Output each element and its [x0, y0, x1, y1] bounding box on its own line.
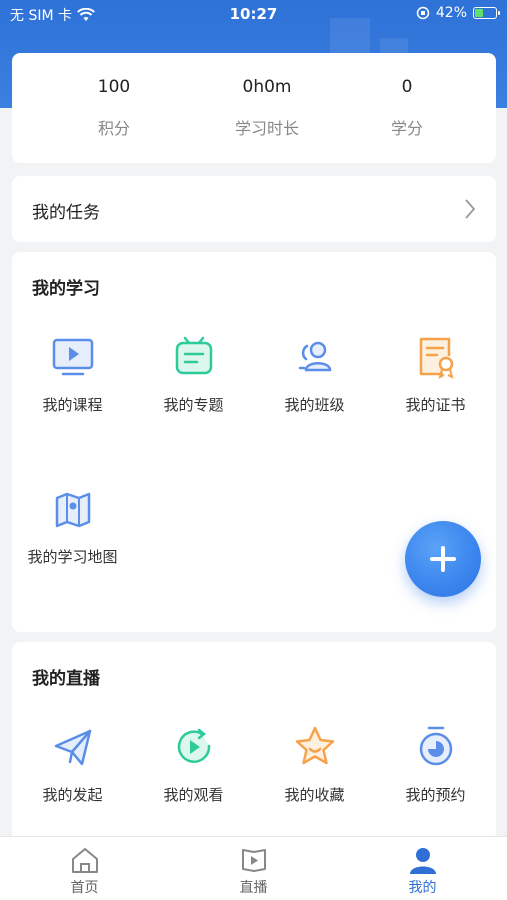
star-icon — [295, 726, 334, 765]
item-label: 我的学习地图 — [27, 548, 118, 566]
play-replay-icon — [177, 728, 210, 763]
my-courses-item[interactable]: 我的课程 — [12, 332, 133, 415]
home-icon — [71, 848, 98, 873]
stat-value: 0 — [401, 77, 413, 97]
paper-plane-icon — [54, 729, 91, 766]
my-watched-item[interactable]: 我的观看 — [133, 722, 254, 805]
course-icon — [52, 338, 93, 376]
stat-credits[interactable]: 0 学分 — [332, 53, 482, 139]
stat-value: 100 — [97, 77, 131, 97]
my-class-item[interactable]: 我的班级 — [254, 332, 375, 415]
status-bar: 无 SIM 卡 10:27 42% — [0, 0, 507, 28]
item-label: 我的证书 — [405, 396, 466, 414]
my-certificates-item[interactable]: 我的证书 — [375, 332, 496, 415]
tab-home[interactable]: 首页 — [0, 837, 169, 900]
item-label: 我的班级 — [284, 396, 345, 414]
stats-card: 100 积分 0h0m 学习时长 0 学分 — [12, 53, 496, 163]
tab-live[interactable]: 直播 — [169, 837, 338, 900]
battery-level — [475, 9, 483, 17]
item-label: 我的收藏 — [284, 786, 345, 804]
my-learning-map-item[interactable]: 我的学习地图 — [12, 484, 133, 567]
item-label: 我的课程 — [42, 396, 103, 414]
battery-icon — [473, 7, 500, 19]
bottom-tab-bar: 首页 直播 我的 — [0, 836, 507, 900]
map-icon — [55, 492, 90, 528]
battery-percent: 42% — [435, 5, 467, 21]
my-tasks-title: 我的任务 — [32, 203, 100, 223]
certificate-icon — [419, 337, 453, 379]
my-favorites-item[interactable]: 我的收藏 — [254, 722, 375, 805]
my-reservations-item[interactable]: 我的预约 — [375, 722, 496, 805]
my-live-section: 我的直播 我的发起 我的观看 我的收藏 我的预约 — [12, 642, 496, 842]
chevron-right-icon — [465, 199, 476, 219]
orientation-lock-icon — [416, 6, 430, 20]
item-label: 我的观看 — [163, 786, 224, 804]
plus-icon — [430, 546, 456, 572]
my-topics-item[interactable]: 我的专题 — [133, 332, 254, 415]
stat-label: 学习时长 — [234, 119, 299, 138]
tab-label: 我的 — [408, 880, 437, 896]
profile-icon — [409, 848, 436, 874]
my-initiated-item[interactable]: 我的发起 — [12, 722, 133, 805]
live-icon — [241, 849, 266, 872]
my-tasks-row[interactable]: 我的任务 — [12, 176, 496, 242]
item-label: 我的专题 — [163, 396, 224, 414]
add-fab-button[interactable] — [405, 521, 481, 597]
item-label: 我的发起 — [42, 786, 103, 804]
class-icon — [298, 341, 331, 372]
stat-label: 学分 — [390, 119, 423, 138]
timer-icon — [419, 726, 452, 766]
stat-label: 积分 — [97, 119, 130, 138]
section-title: 我的学习 — [32, 279, 100, 299]
tab-label: 首页 — [70, 880, 99, 896]
section-title: 我的直播 — [32, 669, 100, 689]
stat-study-time[interactable]: 0h0m 学习时长 — [192, 53, 342, 139]
topic-icon — [175, 336, 212, 375]
item-label: 我的预约 — [405, 786, 466, 804]
stat-points[interactable]: 100 积分 — [39, 53, 189, 139]
tab-label: 直播 — [239, 880, 268, 896]
tab-profile[interactable]: 我的 — [338, 837, 507, 900]
stat-value: 0h0m — [242, 77, 292, 97]
